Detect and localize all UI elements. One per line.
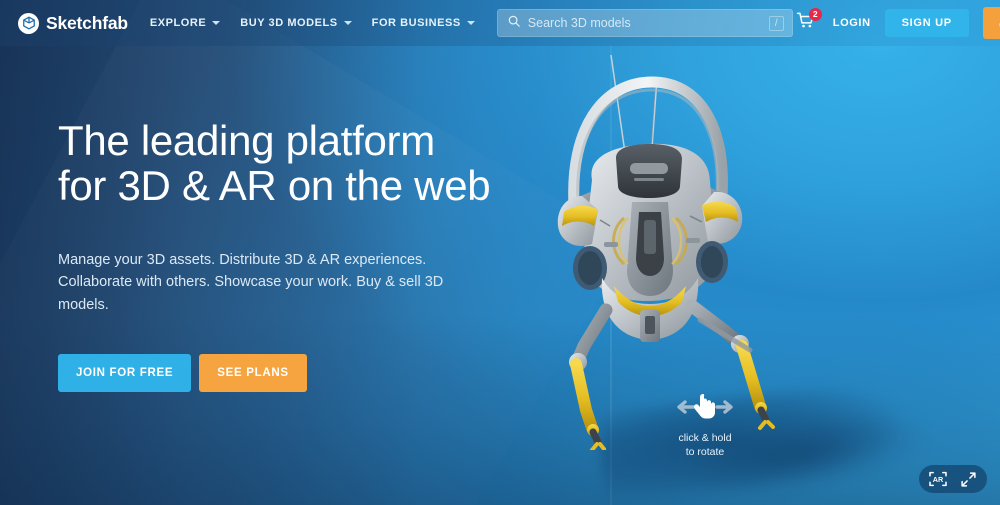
- nav-item-buy-3d-models-label: BUY 3D MODELS: [240, 17, 338, 29]
- upload-button[interactable]: UPLOAD: [982, 7, 1000, 39]
- nav-item-explore[interactable]: EXPLORE: [149, 17, 221, 29]
- fullscreen-button[interactable]: [955, 468, 981, 490]
- rotate-hint-text: click & hold to rotate: [660, 432, 750, 460]
- chevron-down-icon: [343, 21, 352, 25]
- hero-description: Manage your 3D assets. Distribute 3D & A…: [58, 251, 444, 313]
- svg-text:AR: AR: [933, 475, 944, 484]
- hero-title: The leading platform for 3D & AR on the …: [58, 118, 528, 209]
- nav-item-explore-label: EXPLORE: [149, 17, 207, 29]
- mech-robot-3d-model[interactable]: [540, 20, 830, 450]
- cart-badge-count: 2: [808, 8, 822, 21]
- logo-wordmark: Sketchfab: [46, 12, 128, 33]
- hero-title-line-1: The leading platform: [58, 117, 435, 164]
- rotate-hint-line-1: click & hold: [678, 432, 732, 444]
- hero-cta-group: JOIN FOR FREE SEE PLANS: [58, 354, 528, 393]
- cart-button[interactable]: 2: [793, 8, 822, 36]
- hero-section: The leading platform for 3D & AR on the …: [58, 118, 528, 393]
- site-header: Sketchfab EXPLORE BUY 3D MODELS FOR BUSI…: [0, 0, 1000, 46]
- hand-drag-rotate-icon: [673, 394, 737, 428]
- sketchfab-homepage: Sketchfab EXPLORE BUY 3D MODELS FOR BUSI…: [0, 0, 1000, 505]
- signup-button[interactable]: SIGN UP: [884, 9, 969, 37]
- rotate-hint: click & hold to rotate: [660, 390, 750, 460]
- chevron-down-icon: [212, 21, 221, 25]
- ar-view-button[interactable]: AR: [925, 468, 951, 490]
- nav-item-for-business-label: FOR BUSINESS: [371, 17, 461, 29]
- rotate-hint-line-2: to rotate: [685, 445, 725, 458]
- see-plans-button[interactable]: SEE PLANS: [199, 354, 307, 393]
- sketchfab-cube-logo-icon: [18, 12, 39, 34]
- header-actions: 2 LOGIN SIGN UP UPLOAD: [793, 7, 1000, 39]
- hero-title-line-2: for 3D & AR on the web: [58, 162, 491, 210]
- search-box[interactable]: /: [496, 9, 793, 37]
- search-input[interactable]: [527, 16, 769, 30]
- viewer-controls-bar: AR: [919, 465, 987, 493]
- main-navigation: EXPLORE BUY 3D MODELS FOR BUSINESS: [150, 17, 475, 29]
- join-for-free-button[interactable]: JOIN FOR FREE: [58, 354, 192, 393]
- search-container: /: [496, 9, 793, 37]
- nav-item-for-business[interactable]: FOR BUSINESS: [372, 17, 475, 29]
- chevron-down-icon: [466, 21, 475, 25]
- search-icon: [507, 14, 521, 33]
- login-link[interactable]: LOGIN: [833, 17, 871, 29]
- sketchfab-logo[interactable]: Sketchfab: [18, 12, 128, 34]
- nav-item-buy-3d-models[interactable]: BUY 3D MODELS: [240, 17, 352, 29]
- search-shortcut-key: /: [768, 15, 784, 31]
